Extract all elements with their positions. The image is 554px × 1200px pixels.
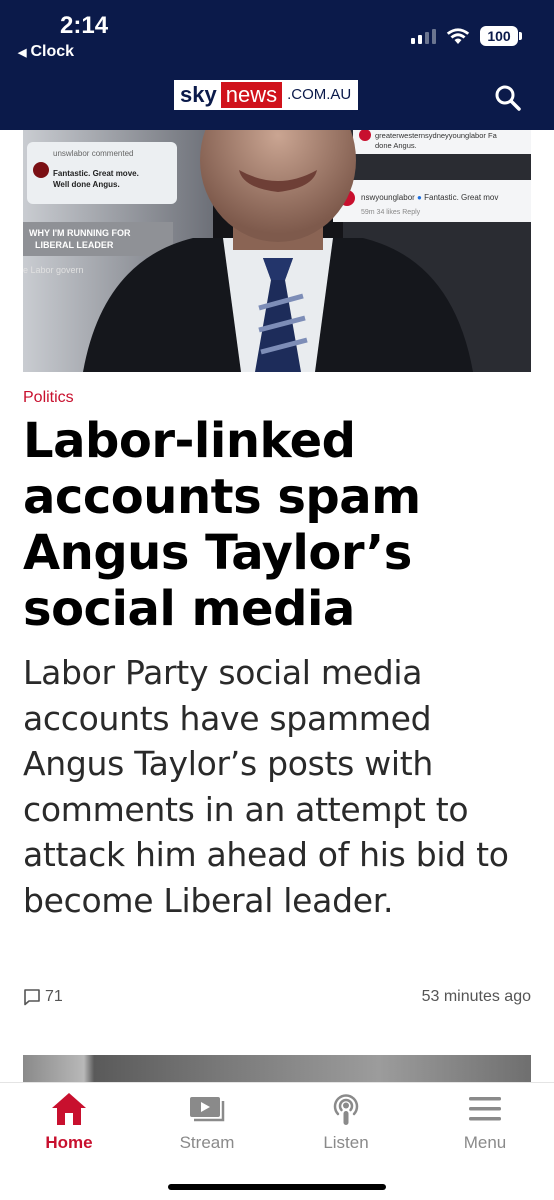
tab-home[interactable]: Home [9, 1089, 129, 1159]
tab-stream[interactable]: Stream [147, 1089, 267, 1159]
article-headline[interactable]: Labor-linked accounts spam Angus Taylor’… [23, 413, 528, 637]
comment-icon [24, 989, 40, 1006]
svg-text:LIBERAL LEADER: LIBERAL LEADER [35, 240, 114, 250]
search-icon[interactable] [494, 84, 522, 112]
cellular-signal-icon [411, 28, 436, 44]
tab-home-label: Home [45, 1133, 93, 1152]
hero-comment-user: unswlabor commented [53, 149, 133, 158]
hero-top-right-text: done Angus. [375, 141, 417, 150]
next-article-thumbnail[interactable] [23, 1055, 531, 1082]
tab-stream-label: Stream [179, 1133, 235, 1152]
back-triangle-icon: ◀ [18, 47, 27, 59]
hero-reply-meta: 59m 34 likes Reply [361, 209, 421, 216]
hero-reply-text: Fantastic. Great mov [424, 193, 498, 202]
logo-sky: sky [176, 82, 221, 108]
article-standfirst: Labor Party social media accounts have s… [23, 653, 509, 920]
tab-menu-label: Menu [463, 1133, 507, 1152]
comments-link[interactable]: 71 [23, 988, 63, 1006]
article-timestamp: 53 minutes ago [421, 988, 531, 1005]
svg-text:WHY I'M RUNNING FOR: WHY I'M RUNNING FOR [29, 228, 131, 238]
status-icons: 100 [411, 26, 522, 46]
menu-icon [469, 1097, 501, 1121]
hero-reply-user: nswyounglabor [361, 193, 415, 202]
tab-listen[interactable]: Listen [286, 1089, 406, 1159]
article-category[interactable]: Politics [23, 389, 74, 407]
comment-count: 71 [45, 988, 63, 1005]
hero-ticker-text: e Labor govern [23, 265, 84, 275]
logo-domain: .COM.AU [282, 82, 357, 108]
article-hero-image[interactable]: unswlabor commented WHY I'M RUNNING FOR … [23, 130, 531, 372]
hero-illustration: unswlabor commented WHY I'M RUNNING FOR … [23, 130, 531, 372]
tab-menu[interactable]: Menu [425, 1089, 545, 1159]
podcast-icon [333, 1094, 359, 1125]
app-header: 2:14 ◀ Clock 100 sky news .COM.AU [0, 0, 554, 130]
back-app-label: Clock [30, 43, 75, 60]
back-to-app-link[interactable]: ◀ Clock [18, 43, 74, 61]
svg-text:Fantastic. Great move.: Fantastic. Great move. [53, 169, 139, 178]
hero-top-right-user: greaterwesternsydneyyounglabor Fa [375, 131, 498, 140]
sky-news-logo[interactable]: sky news .COM.AU [174, 80, 359, 110]
home-icon [52, 1093, 86, 1125]
tab-listen-label: Listen [323, 1133, 369, 1152]
stream-icon [190, 1097, 225, 1122]
svg-text:Well done Angus.: Well done Angus. [53, 180, 120, 189]
wifi-icon [446, 28, 470, 44]
logo-news: news [220, 82, 283, 108]
bottom-tab-bar: Home Stream Listen Menu [0, 1082, 554, 1200]
svg-text:nswyounglabor ● Fantastic. Gre: nswyounglabor ● Fantastic. Great mov [361, 193, 498, 202]
status-time: 2:14 [60, 12, 109, 39]
article-meta: 71 53 minutes ago [23, 988, 531, 1012]
home-indicator [168, 1184, 386, 1190]
battery-indicator: 100 [480, 26, 522, 46]
